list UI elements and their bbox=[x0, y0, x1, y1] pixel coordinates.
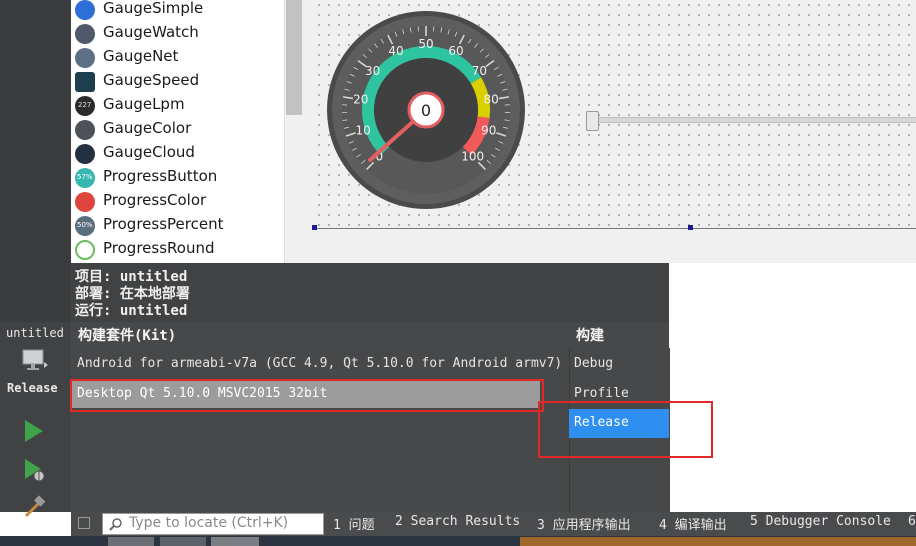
gauge-tick-label: 60 bbox=[448, 44, 463, 58]
kit-row[interactable]: Android for armeabi-v7a (GCC 4.9, Qt 5.1… bbox=[71, 350, 568, 378]
run-line: 运行: untitled bbox=[75, 303, 188, 319]
gauge-tick-label: 70 bbox=[472, 64, 487, 78]
debug-play-icon bbox=[25, 459, 45, 482]
resize-handle[interactable] bbox=[312, 225, 317, 230]
list-item[interactable]: GaugeSimple bbox=[71, 0, 284, 22]
widget-list: GaugeSimple GaugeWatch GaugeNet GaugeSpe… bbox=[71, 0, 284, 263]
annotation-box-kit bbox=[70, 379, 544, 412]
annotation-box-release bbox=[538, 401, 713, 458]
list-item-label: ProgressRound bbox=[103, 239, 215, 257]
progress-color-icon bbox=[75, 192, 95, 212]
list-item-label: GaugeNet bbox=[103, 47, 179, 65]
gauge-watch-icon bbox=[75, 24, 95, 44]
taskbar-app[interactable] bbox=[108, 537, 154, 546]
gauge-tick-label: 90 bbox=[481, 123, 496, 137]
slider-handle[interactable] bbox=[586, 111, 599, 131]
list-item[interactable]: 227 GaugeLpm bbox=[71, 94, 284, 118]
tab-application-output[interactable]: 3 应用程序输出 bbox=[537, 514, 631, 533]
gauge-tick-label: 10 bbox=[356, 123, 371, 137]
scrollbar-thumb[interactable] bbox=[286, 0, 302, 115]
play-icon bbox=[25, 420, 43, 442]
progress-percent-icon: 50% bbox=[75, 216, 95, 236]
list-item[interactable]: GaugeNet bbox=[71, 46, 284, 70]
tab-more[interactable]: 6 bbox=[908, 514, 916, 529]
search-icon bbox=[109, 518, 122, 531]
gauge-simple-icon bbox=[75, 0, 95, 20]
os-taskbar bbox=[0, 536, 916, 546]
build-row-label: Debug bbox=[574, 356, 614, 371]
progress-button-icon: 57% bbox=[75, 168, 95, 188]
target-selector-button[interactable] bbox=[20, 348, 48, 372]
list-item-label: GaugeColor bbox=[103, 119, 192, 137]
kit-row-label: Android for armeabi-v7a (GCC 4.9, Qt 5.1… bbox=[77, 356, 563, 371]
debug-run-button[interactable] bbox=[22, 457, 48, 485]
build-column-header: 构建 bbox=[576, 328, 604, 344]
build-row[interactable]: Debug bbox=[569, 350, 669, 378]
slider-groove[interactable] bbox=[592, 117, 916, 123]
list-item-label: GaugeCloud bbox=[103, 143, 195, 161]
resize-handle[interactable] bbox=[688, 225, 693, 230]
tab-search-results[interactable]: 2 Search Results bbox=[395, 514, 520, 529]
mode-bar-top bbox=[0, 0, 71, 322]
list-item[interactable]: GaugeWatch bbox=[71, 22, 284, 46]
gauge-tick-label: 50 bbox=[418, 37, 433, 51]
list-item-label: GaugeLpm bbox=[103, 95, 185, 113]
list-item[interactable]: ProgressRound bbox=[71, 238, 284, 262]
gauge-color-icon bbox=[75, 120, 95, 140]
run-button[interactable] bbox=[22, 418, 46, 444]
list-item[interactable]: GaugeSpeed bbox=[71, 70, 284, 94]
list-item-label: GaugeSpeed bbox=[103, 71, 200, 89]
gauge-cloud-icon bbox=[75, 144, 95, 164]
gauge-net-icon bbox=[75, 48, 95, 68]
locator-input[interactable]: Type to locate (Ctrl+K) bbox=[102, 513, 324, 535]
progress-percent-icon-text: 50% bbox=[77, 221, 93, 229]
list-item-label: ProgressButton bbox=[103, 167, 218, 185]
gauge-speed-icon bbox=[75, 72, 95, 92]
list-item-label: GaugeSimple bbox=[103, 0, 204, 17]
list-item[interactable]: GaugeCloud bbox=[71, 142, 284, 166]
gauge-tick-label: 80 bbox=[484, 93, 499, 107]
project-name-label: untitled bbox=[6, 326, 64, 340]
tab-compile-output[interactable]: 4 编译输出 bbox=[659, 514, 727, 533]
list-item[interactable]: GaugeColor bbox=[71, 118, 284, 142]
list-item[interactable]: 57% ProgressButton bbox=[71, 166, 284, 190]
gauge-tick-label: 100 bbox=[461, 150, 484, 164]
taskbar-app[interactable] bbox=[160, 537, 206, 546]
desktop-wallpaper-strip bbox=[520, 537, 916, 546]
build-mode-label: Release bbox=[7, 381, 58, 395]
progress-button-icon-text: 57% bbox=[77, 173, 93, 181]
gauge-lpm-icon: 227 bbox=[75, 96, 95, 116]
gauge-tick-label: 40 bbox=[388, 44, 403, 58]
gauge-value: 0 bbox=[421, 101, 431, 120]
gauge-lpm-icon-text: 227 bbox=[78, 101, 92, 109]
progress-round-icon bbox=[75, 240, 95, 260]
tab-issues[interactable]: 1 问题 bbox=[333, 514, 375, 533]
gauge-tick-label: 30 bbox=[365, 64, 380, 78]
hammer-icon bbox=[24, 495, 46, 518]
list-item-label: GaugeWatch bbox=[103, 23, 199, 41]
kit-column-header: 构建套件(Kit) bbox=[78, 328, 177, 344]
list-item[interactable]: ProgressColor bbox=[71, 190, 284, 214]
monitor-icon bbox=[22, 349, 48, 370]
taskbar-app[interactable] bbox=[211, 537, 259, 546]
kit-info-panel: 项目: untitled 部署: 在本地部署 运行: untitled bbox=[71, 263, 669, 322]
gauge-tick-label: 20 bbox=[353, 93, 368, 107]
tab-debugger-console[interactable]: 5 Debugger Console bbox=[750, 514, 891, 529]
list-item[interactable]: 50% ProgressPercent bbox=[71, 214, 284, 238]
locator-placeholder: Type to locate (Ctrl+K) bbox=[129, 515, 289, 531]
list-item-label: ProgressColor bbox=[103, 191, 207, 209]
build-row-label: Profile bbox=[574, 386, 629, 401]
toggle-sidebar-icon[interactable] bbox=[78, 517, 90, 529]
list-item-label: ProgressPercent bbox=[103, 215, 224, 233]
build-button[interactable] bbox=[22, 494, 48, 520]
gauge-widget[interactable]: 0102030405060708090100 0 bbox=[326, 10, 526, 210]
